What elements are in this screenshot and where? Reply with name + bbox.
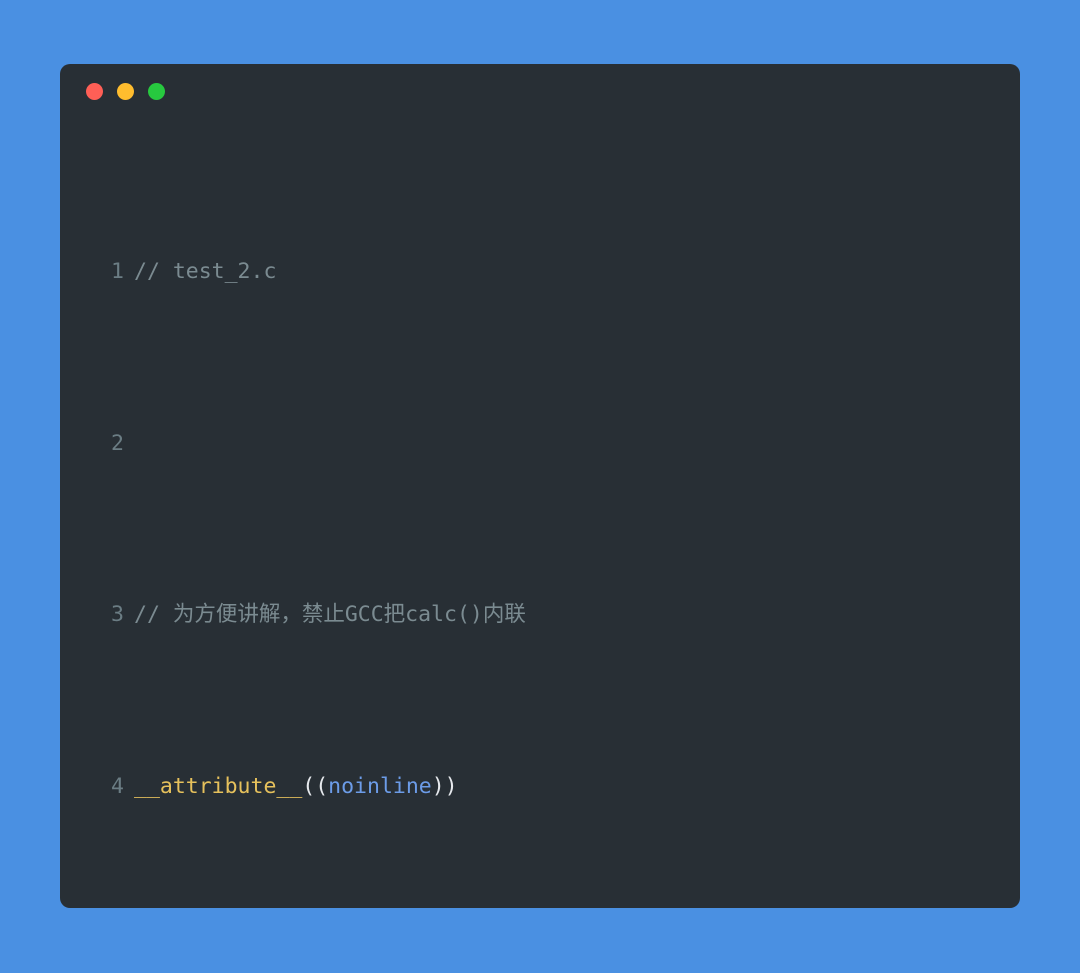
comment-token: // 为方便讲解，禁止GCC把calc()内联: [134, 602, 526, 628]
line-number: 2: [111, 430, 124, 456]
line-number: 3: [111, 602, 124, 628]
code-window: 1 // test_2.c 2 3 // 为方便讲解，禁止GCC把calc()内…: [60, 64, 1020, 908]
line-number: 4: [111, 773, 124, 799]
code-line: 1 // test_2.c: [60, 255, 1020, 289]
line-content: // test_2.c: [134, 255, 1020, 289]
code-line: 3 // 为方便讲解，禁止GCC把calc()内联: [60, 598, 1020, 632]
line-content: // 为方便讲解，禁止GCC把calc()内联: [134, 598, 1020, 632]
maximize-button-icon[interactable]: [148, 82, 165, 100]
close-button-icon[interactable]: [86, 82, 103, 100]
punct-token: ((: [302, 773, 329, 799]
desktop-background: 1 // test_2.c 2 3 // 为方便讲解，禁止GCC把calc()内…: [0, 0, 1080, 973]
noinline-token: noinline: [328, 773, 432, 799]
window-titlebar: [60, 64, 1020, 118]
code-line: 4 __attribute__((noinline)): [60, 770, 1020, 804]
code-line: 2: [60, 427, 1020, 461]
line-number: 1: [111, 259, 124, 285]
punct-token: )): [431, 773, 458, 799]
attribute-token: __attribute__: [134, 773, 303, 799]
minimize-button-icon[interactable]: [117, 82, 134, 100]
comment-token: // test_2.c: [134, 259, 277, 285]
line-content: __attribute__((noinline)): [134, 770, 1020, 804]
code-editor[interactable]: 1 // test_2.c 2 3 // 为方便讲解，禁止GCC把calc()内…: [60, 118, 1020, 908]
